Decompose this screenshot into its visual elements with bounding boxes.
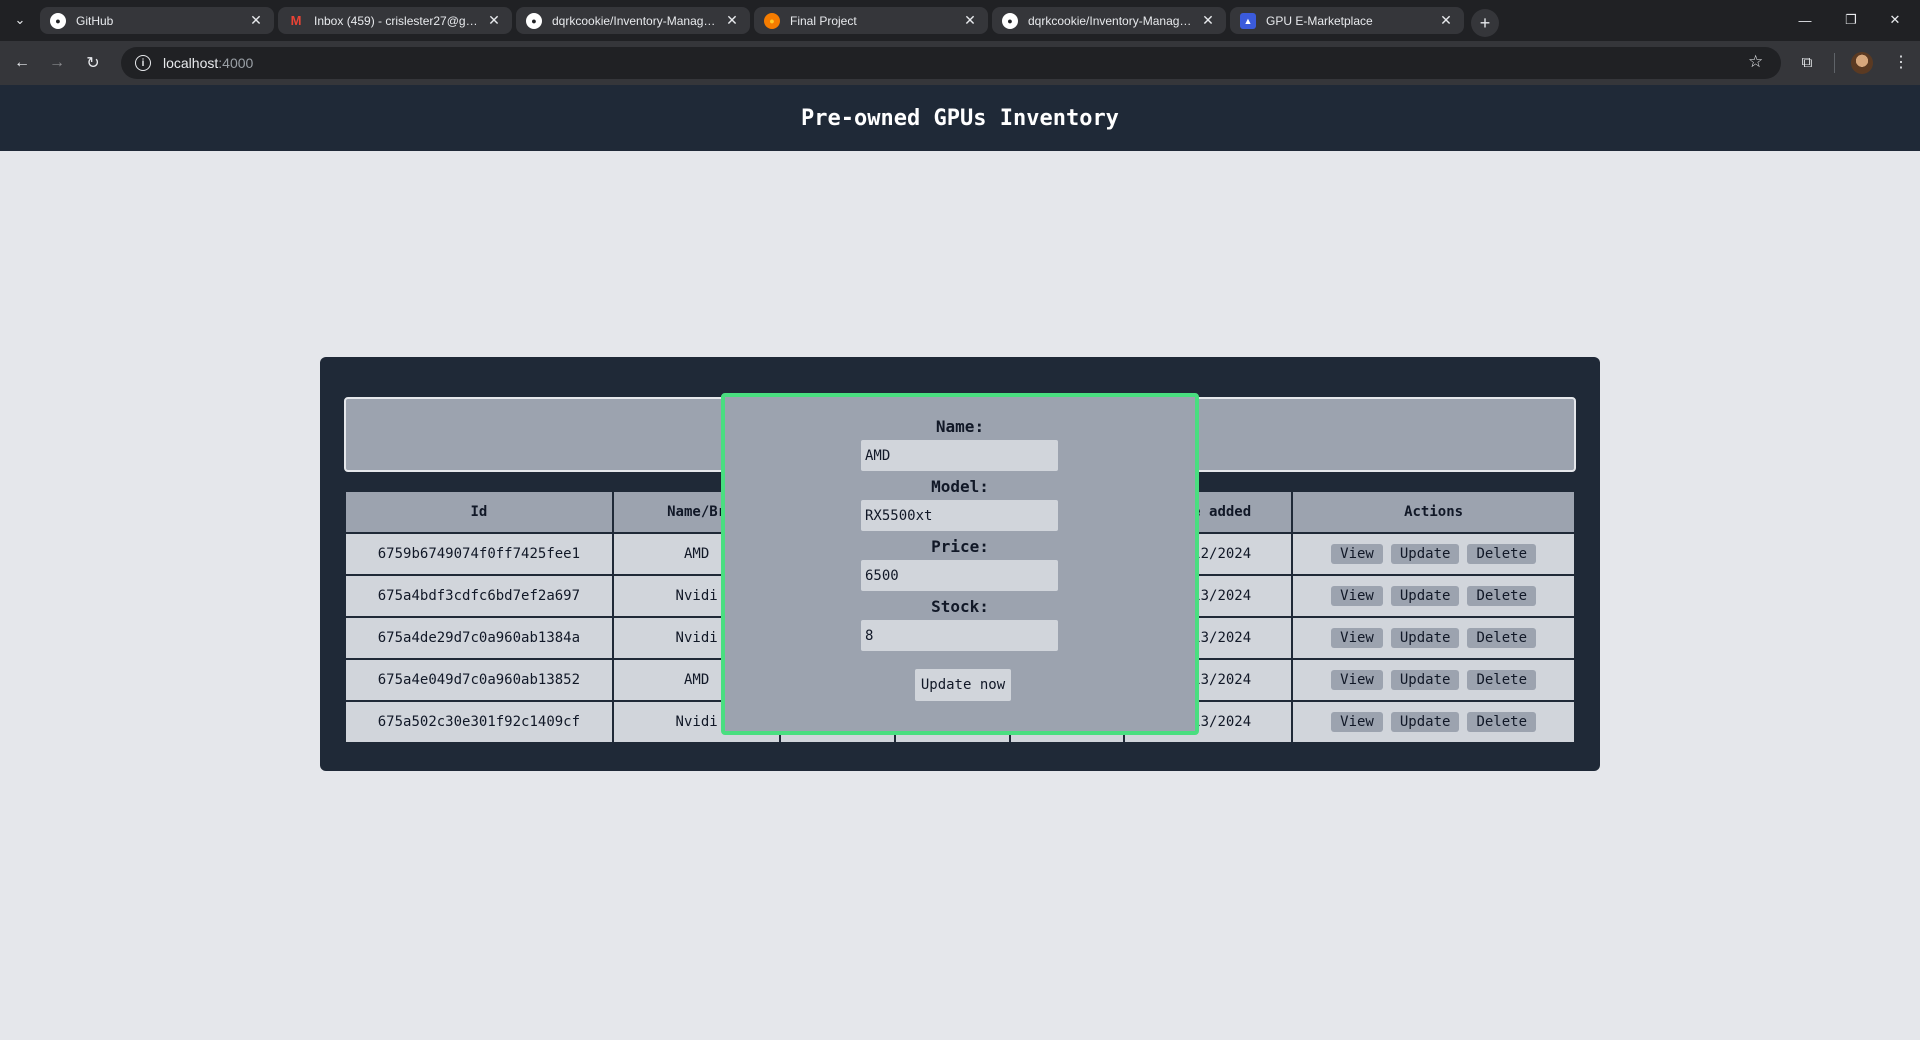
page-title: Pre-owned GPUs Inventory <box>801 105 1119 131</box>
cell-id: 6759b6749074f0ff7425fee1 <box>344 532 614 576</box>
view-button[interactable]: View <box>1331 670 1383 690</box>
tab-title: GitHub <box>76 13 114 28</box>
model-label: Model: <box>931 477 989 496</box>
column-header-id: Id <box>344 490 614 534</box>
browser-toolbar: ← → ↻ i localhost:4000 <box>0 41 1920 85</box>
update-modal: Name: Model: Price: Stock: Update now <box>721 393 1199 735</box>
price-label: Price: <box>931 537 989 556</box>
tab-title: dqrkcookie/Inventory-Management <box>1028 13 1194 28</box>
delete-button[interactable]: Delete <box>1467 670 1537 690</box>
stock-label: Stock: <box>931 597 989 616</box>
cell-id: 675a4e049d7c0a960ab13852 <box>344 658 614 702</box>
tab-title: dqrkcookie/Inventory-Management <box>552 13 718 28</box>
update-button[interactable]: Update <box>1390 544 1460 564</box>
site-info-icon[interactable]: i <box>135 55 151 71</box>
gmail-icon: M <box>290 13 302 28</box>
tab-close-icon[interactable]: ✕ <box>248 12 264 29</box>
url-port: :4000 <box>218 55 254 71</box>
firebase-icon: ● <box>764 12 780 29</box>
cell-actions: View Update Delete <box>1291 532 1576 576</box>
delete-button[interactable]: Delete <box>1467 586 1537 606</box>
reload-icon[interactable]: ↻ <box>81 51 105 75</box>
browser-tab[interactable]: ● Final Project ✕ <box>754 7 988 34</box>
url-host: localhost <box>163 55 219 71</box>
new-tab-button[interactable]: + <box>1471 9 1499 37</box>
name-label: Name: <box>935 417 985 436</box>
tab-close-icon[interactable]: ✕ <box>486 12 502 29</box>
update-button[interactable]: Update <box>1390 586 1460 606</box>
cell-id: 675a4de29d7c0a960ab1384a <box>344 616 614 660</box>
price-field[interactable] <box>861 560 1058 591</box>
cell-id: 675a502c30e301f92c1409cf <box>344 700 614 744</box>
tab-title: Inbox (459) - crislester27@gmail.com <box>314 13 480 28</box>
browser-tab[interactable]: ● dqrkcookie/Inventory-Management ✕ <box>516 7 750 34</box>
delete-button[interactable]: Delete <box>1467 628 1537 648</box>
update-now-button[interactable]: Update now <box>915 669 1011 701</box>
github-icon: ● <box>50 12 66 29</box>
extensions-icon[interactable]: ⧉ <box>1797 52 1817 72</box>
close-window-icon[interactable]: ✕ <box>1880 8 1910 32</box>
tab-close-icon[interactable]: ✕ <box>962 12 978 29</box>
column-header-actions: Actions <box>1291 490 1576 534</box>
view-button[interactable]: View <box>1331 586 1383 606</box>
restore-icon[interactable]: ❐ <box>1836 8 1866 32</box>
more-menu-icon[interactable]: ⋮ <box>1893 52 1909 72</box>
cell-actions: View Update Delete <box>1291 658 1576 702</box>
tab-close-icon[interactable]: ✕ <box>1200 12 1216 29</box>
tab-search-chevron-icon[interactable]: ⌄ <box>10 10 30 30</box>
browser-tab-bar: ⌄ ● GitHub ✕ M Inbox (459) - crislester2… <box>0 0 1920 41</box>
cell-actions: View Update Delete <box>1291 574 1576 618</box>
delete-button[interactable]: Delete <box>1467 712 1537 732</box>
cell-actions: View Update Delete <box>1291 616 1576 660</box>
view-button[interactable]: View <box>1331 628 1383 648</box>
back-arrow-icon[interactable]: ← <box>10 51 34 75</box>
update-button[interactable]: Update <box>1390 670 1460 690</box>
profile-avatar[interactable] <box>1851 52 1873 74</box>
address-bar[interactable]: i localhost:4000 <box>121 47 1781 79</box>
model-field[interactable] <box>861 500 1058 531</box>
tab-close-icon[interactable]: ✕ <box>724 12 740 29</box>
browser-tab[interactable]: ● dqrkcookie/Inventory-Management ✕ <box>992 7 1226 34</box>
tab-close-icon[interactable]: ✕ <box>1438 12 1454 29</box>
forward-arrow-icon[interactable]: → <box>45 51 69 75</box>
toolbar-divider <box>1834 53 1835 73</box>
tab-title: GPU E-Marketplace <box>1266 13 1373 28</box>
browser-tab-active[interactable]: ▲ GPU E-Marketplace ✕ <box>1230 7 1464 34</box>
bookmark-star-icon[interactable]: ☆ <box>1748 52 1763 72</box>
cell-id: 675a4bdf3cdfc6bd7ef2a697 <box>344 574 614 618</box>
cell-actions: View Update Delete <box>1291 700 1576 744</box>
view-button[interactable]: View <box>1331 544 1383 564</box>
update-button[interactable]: Update <box>1390 712 1460 732</box>
browser-tab[interactable]: M Inbox (459) - crislester27@gmail.com ✕ <box>278 7 512 34</box>
update-button[interactable]: Update <box>1390 628 1460 648</box>
view-button[interactable]: View <box>1331 712 1383 732</box>
name-field[interactable] <box>861 440 1058 471</box>
page-header: Pre-owned GPUs Inventory <box>0 85 1920 151</box>
app-icon: ▲ <box>1240 12 1256 29</box>
browser-tab[interactable]: ● GitHub ✕ <box>40 7 274 34</box>
minimize-icon[interactable]: — <box>1790 8 1820 32</box>
github-icon: ● <box>526 12 542 29</box>
delete-button[interactable]: Delete <box>1467 544 1537 564</box>
tab-title: Final Project <box>790 13 857 28</box>
github-icon: ● <box>1002 12 1018 29</box>
stock-field[interactable] <box>861 620 1058 651</box>
